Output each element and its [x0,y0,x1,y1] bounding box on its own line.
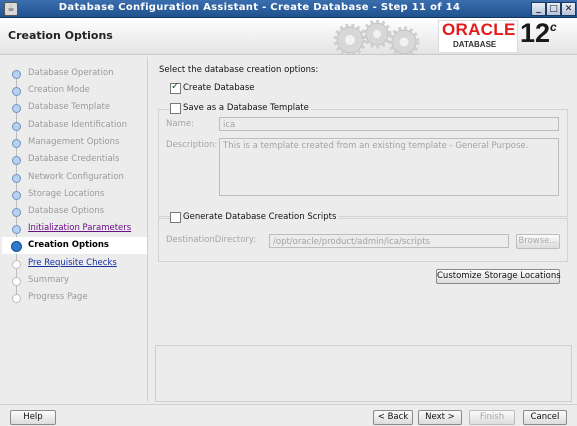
step-dot [12,156,21,165]
step-database-options: Database Options [2,203,147,220]
step-label: Network Configuration [28,172,124,182]
generate-scripts-label[interactable]: Generate Database Creation Scripts [181,212,339,222]
step-summary: Summary [2,272,147,289]
step-dot [12,225,21,234]
version-badge: 12c [520,18,557,49]
step-label: Summary [28,275,70,285]
step-label: Database Template [28,102,111,112]
cancel-button[interactable]: Cancel [523,410,567,425]
step-management-options: Management Options [2,134,147,151]
step-label: Database Options [28,206,105,216]
step-dot [12,87,21,96]
step-dot [12,277,21,286]
version-number: 12 [520,18,551,48]
step-label: Management Options [28,137,120,147]
create-database-checkbox[interactable] [170,81,181,94]
oracle-database-label: DATABASE [453,40,497,49]
step-initialization-parameters[interactable]: Initialization Parameters [2,220,147,237]
step-dot [11,241,22,252]
destination-directory-label: DestinationDirectory: [166,235,257,245]
save-template-checkbox[interactable] [170,103,181,114]
window-titlebar: ☕ Database Configuration Assistant - Cre… [0,0,577,18]
next-button[interactable]: Next > [418,410,462,425]
destination-directory-input[interactable]: /opt/oracle/product/admin/ica/scripts [269,234,509,248]
minimize-icon[interactable]: _ [531,2,546,16]
step-label: Database Operation [28,68,114,78]
generate-scripts-checkbox[interactable] [170,212,181,223]
step-database-credentials: Database Credentials [2,151,147,168]
back-button[interactable]: < Back [373,410,413,425]
step-database-identification: Database Identification [2,117,147,134]
instruction-text: Select the database creation options: [159,65,319,75]
step-label: Creation Mode [28,85,90,95]
step-dot [12,70,21,79]
maximize-icon[interactable]: □ [546,2,561,16]
step-label: Database Identification [28,120,127,130]
step-creation-mode: Creation Mode [2,82,147,99]
step-database-template: Database Template [2,99,147,116]
step-creation-options: Creation Options [2,237,147,254]
help-button[interactable]: Help [10,410,56,425]
page-header: Creation Options ORACLE DATABASE 12c [0,18,577,55]
close-icon[interactable]: ✕ [561,2,576,16]
oracle-brand: ORACLE [442,20,516,39]
step-database-operation: Database Operation [2,65,147,82]
step-pre-requisite-checks[interactable]: Pre Requisite Checks [2,255,147,272]
step-dot [12,294,21,303]
step-progress-page: Progress Page [2,289,147,306]
version-suffix: c [550,20,557,34]
step-label: Database Credentials [28,154,120,164]
step-dot [12,104,21,113]
description-label: Description: [166,140,218,150]
step-label: Creation Options [28,240,109,250]
step-dot [12,191,21,200]
template-name-input[interactable]: ica [219,117,559,131]
step-network-configuration: Network Configuration [2,169,147,186]
main-content: Select the database creation options: Cr… [150,57,575,402]
step-dot [12,139,21,148]
step-label[interactable]: Pre Requisite Checks [28,258,117,268]
name-label: Name: [166,119,194,129]
step-label: Storage Locations [28,189,105,199]
page-title: Creation Options [8,29,113,42]
oracle-logo: ORACLE DATABASE [438,20,518,53]
browse-button[interactable]: Browse... [516,234,560,249]
steps-sidebar: Database Operation Creation Mode Databas… [2,57,148,402]
create-database-label[interactable]: Create Database [183,83,255,93]
finish-button[interactable]: Finish [469,410,515,425]
step-dot [12,122,21,131]
gears-graphic [333,20,420,54]
customize-storage-locations-button[interactable]: Customize Storage Locations [436,269,561,284]
footer-separator [0,404,577,405]
step-storage-locations: Storage Locations [2,186,147,203]
step-dot [12,208,21,217]
step-label[interactable]: Initialization Parameters [28,223,131,233]
step-dot [12,174,21,183]
step-dot [12,260,21,269]
save-template-label[interactable]: Save as a Database Template [181,103,311,113]
step-label: Progress Page [28,292,88,302]
message-panel [155,345,572,402]
window-title: Database Configuration Assistant - Creat… [58,2,461,13]
template-description-textarea[interactable]: This is a template created from an exist… [219,138,559,196]
